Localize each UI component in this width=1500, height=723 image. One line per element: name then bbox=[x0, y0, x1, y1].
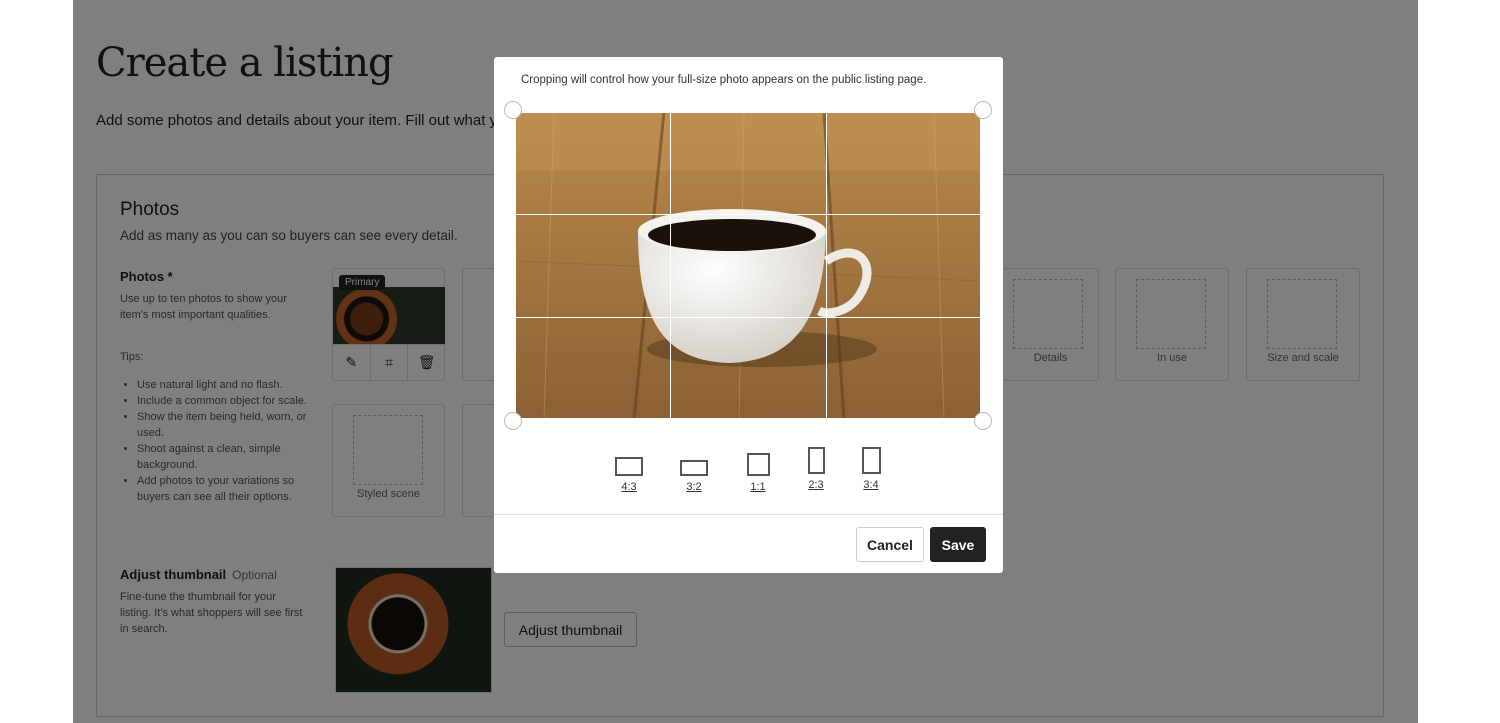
ratio-label: 3:4 bbox=[863, 479, 879, 491]
crop-area[interactable] bbox=[514, 111, 982, 420]
crop-handle-bottom-right[interactable] bbox=[974, 412, 992, 430]
ratio-label: 3:2 bbox=[686, 481, 702, 493]
ratio-1-1-icon bbox=[746, 453, 770, 476]
grid-line bbox=[514, 317, 982, 318]
crop-handle-bottom-left[interactable] bbox=[504, 412, 522, 430]
ratio-label: 4:3 bbox=[621, 481, 637, 493]
ratio-4-3-button[interactable]: 4:3 bbox=[612, 445, 646, 493]
grid-line bbox=[670, 111, 671, 420]
ratio-3-2-button[interactable]: 3:2 bbox=[677, 445, 711, 493]
crop-frame bbox=[514, 111, 982, 420]
ratio-3-4-icon bbox=[861, 447, 881, 474]
grid-line bbox=[514, 214, 982, 215]
ratio-3-4-button[interactable]: 3:4 bbox=[857, 445, 885, 491]
ratio-label: 2:3 bbox=[808, 479, 824, 491]
crop-handle-top-left[interactable] bbox=[504, 101, 522, 119]
aspect-ratio-options: 4:3 3:2 1:1 2:3 3:4 bbox=[494, 445, 1003, 497]
ratio-2-3-icon bbox=[807, 447, 825, 474]
grid-line bbox=[826, 111, 827, 420]
save-button[interactable]: Save bbox=[930, 527, 986, 562]
ratio-2-3-button[interactable]: 2:3 bbox=[802, 445, 830, 491]
ratio-1-1-button[interactable]: 1:1 bbox=[744, 445, 772, 493]
crop-note: Cropping will control how your full-size… bbox=[521, 74, 927, 86]
ratio-3-2-icon bbox=[680, 460, 708, 476]
cancel-button[interactable]: Cancel bbox=[856, 527, 924, 562]
ratio-label: 1:1 bbox=[750, 481, 766, 493]
crop-modal: Cropping will control how your full-size… bbox=[494, 57, 1003, 573]
modal-footer: Cancel Save bbox=[494, 514, 1003, 573]
crop-handle-top-right[interactable] bbox=[974, 101, 992, 119]
ratio-4-3-icon bbox=[615, 457, 643, 476]
